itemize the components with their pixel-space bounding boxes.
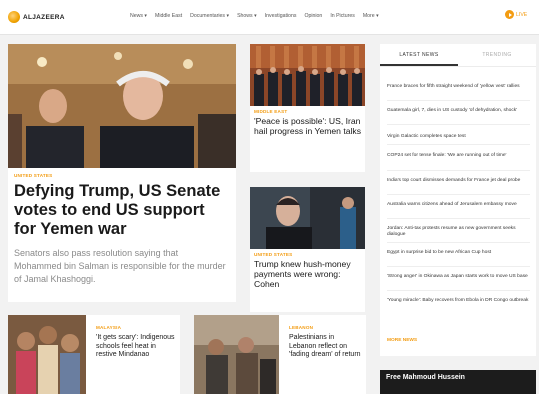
more-news-link[interactable]: MORE NEWS (387, 338, 417, 343)
story-card[interactable]: MALAYSIA 'It gets scary': Indigenous sch… (8, 315, 180, 394)
play-icon (505, 10, 514, 19)
main-nav: News ▾ Middle East Documentaries ▾ Shows… (130, 13, 379, 19)
divider (387, 100, 530, 101)
news-item[interactable]: Virgin Galactic completes space test (387, 134, 532, 140)
nav-item-documentaries[interactable]: Documentaries ▾ (190, 13, 229, 19)
nav-item-in-pictures[interactable]: In Pictures (330, 13, 355, 19)
story-title[interactable]: 'It gets scary': Indigenous schools feel… (96, 334, 178, 360)
divider (387, 218, 530, 219)
lead-photo-scene (8, 44, 236, 168)
story-photo-scene (194, 315, 279, 394)
story-title[interactable]: 'Peace is possible': US, Iran hail progr… (254, 116, 364, 136)
news-tabs: LATEST NEWS TRENDING (380, 44, 536, 67)
story-image[interactable] (194, 315, 279, 394)
live-label: LIVE (516, 11, 528, 18)
story-kicker[interactable]: MIDDLE EAST (254, 109, 287, 114)
nav-item-shows[interactable]: Shows ▾ (237, 13, 257, 19)
story-image[interactable] (250, 187, 365, 249)
news-item[interactable]: Guatemala girl, 7, dies in US custody 'o… (387, 108, 532, 114)
news-item[interactable]: 'Young miracle': Baby recovers from Ebol… (387, 298, 532, 304)
logo-mark-icon (8, 11, 20, 23)
nav-item-more[interactable]: More ▾ (363, 13, 379, 19)
news-item[interactable]: France braces for fifth straight weekend… (387, 84, 532, 90)
story-kicker[interactable]: UNITED STATES (254, 252, 292, 257)
promo-banner-title: Free Mahmoud Hussein (386, 374, 465, 381)
story-photo-scene (8, 315, 86, 394)
latest-news-panel: LATEST NEWS TRENDING France braces for f… (380, 44, 536, 356)
divider (387, 290, 530, 291)
news-item[interactable]: Jordan: Anti-tax protests resume as new … (387, 226, 532, 239)
lead-story-kicker[interactable]: UNITED STATES (14, 173, 52, 178)
lead-story-summary: Senators also pass resolution saying tha… (14, 248, 226, 284)
news-item[interactable]: Australia warns citizens ahead of Jerusa… (387, 202, 532, 208)
story-kicker[interactable]: LEBANON (289, 325, 363, 330)
story-photo-scene (250, 187, 365, 249)
news-item[interactable]: COP24 set for tense finale: 'We are runn… (387, 153, 532, 159)
story-kicker[interactable]: MALAYSIA (96, 325, 121, 330)
story-card[interactable]: LEBANON Palestinians in Lebanon reflect … (194, 315, 366, 394)
divider (387, 124, 530, 125)
nav-item-middle-east[interactable]: Middle East (155, 13, 182, 19)
logo-text: ALJAZEERA (23, 13, 65, 21)
news-item[interactable]: India's top court dismisses demands for … (387, 178, 532, 184)
lead-story-image[interactable] (8, 44, 236, 168)
lead-story[interactable]: UNITED STATES Defying Trump, US Senate v… (8, 44, 236, 302)
divider (387, 144, 530, 145)
promo-banner[interactable]: Free Mahmoud Hussein (380, 370, 536, 394)
nav-item-opinion[interactable]: Opinion (304, 13, 322, 19)
story-title[interactable]: Palestinians in Lebanon reflect on 'fadi… (289, 334, 363, 360)
news-item[interactable]: 'Strong anger' in Okinawa as Japan start… (387, 274, 532, 280)
divider (387, 170, 530, 171)
divider (387, 242, 530, 243)
site-header: ALJAZEERA News ▾ Middle East Documentari… (0, 0, 539, 35)
lead-story-title[interactable]: Defying Trump, US Senate votes to end US… (14, 182, 230, 239)
story-image[interactable] (8, 315, 86, 394)
divider (387, 266, 530, 267)
news-item[interactable]: Egypt in surprise bid to be new African … (387, 250, 532, 256)
nav-item-investigations[interactable]: Investigations (265, 13, 297, 19)
divider (387, 194, 530, 195)
live-button[interactable]: LIVE (505, 10, 527, 19)
nav-item-news[interactable]: News ▾ (130, 13, 147, 19)
tab-trending[interactable]: TRENDING (458, 44, 536, 66)
story-card[interactable]: MIDDLE EAST 'Peace is possible': US, Ira… (250, 44, 365, 172)
story-image[interactable] (250, 44, 365, 106)
tab-latest-news[interactable]: LATEST NEWS (380, 44, 458, 66)
story-title[interactable]: Trump knew hush-money payments were wron… (254, 259, 364, 289)
story-card[interactable]: UNITED STATES Trump knew hush-money paym… (250, 187, 365, 312)
story-photo-scene (250, 44, 365, 106)
site-logo[interactable]: ALJAZEERA (8, 10, 65, 24)
